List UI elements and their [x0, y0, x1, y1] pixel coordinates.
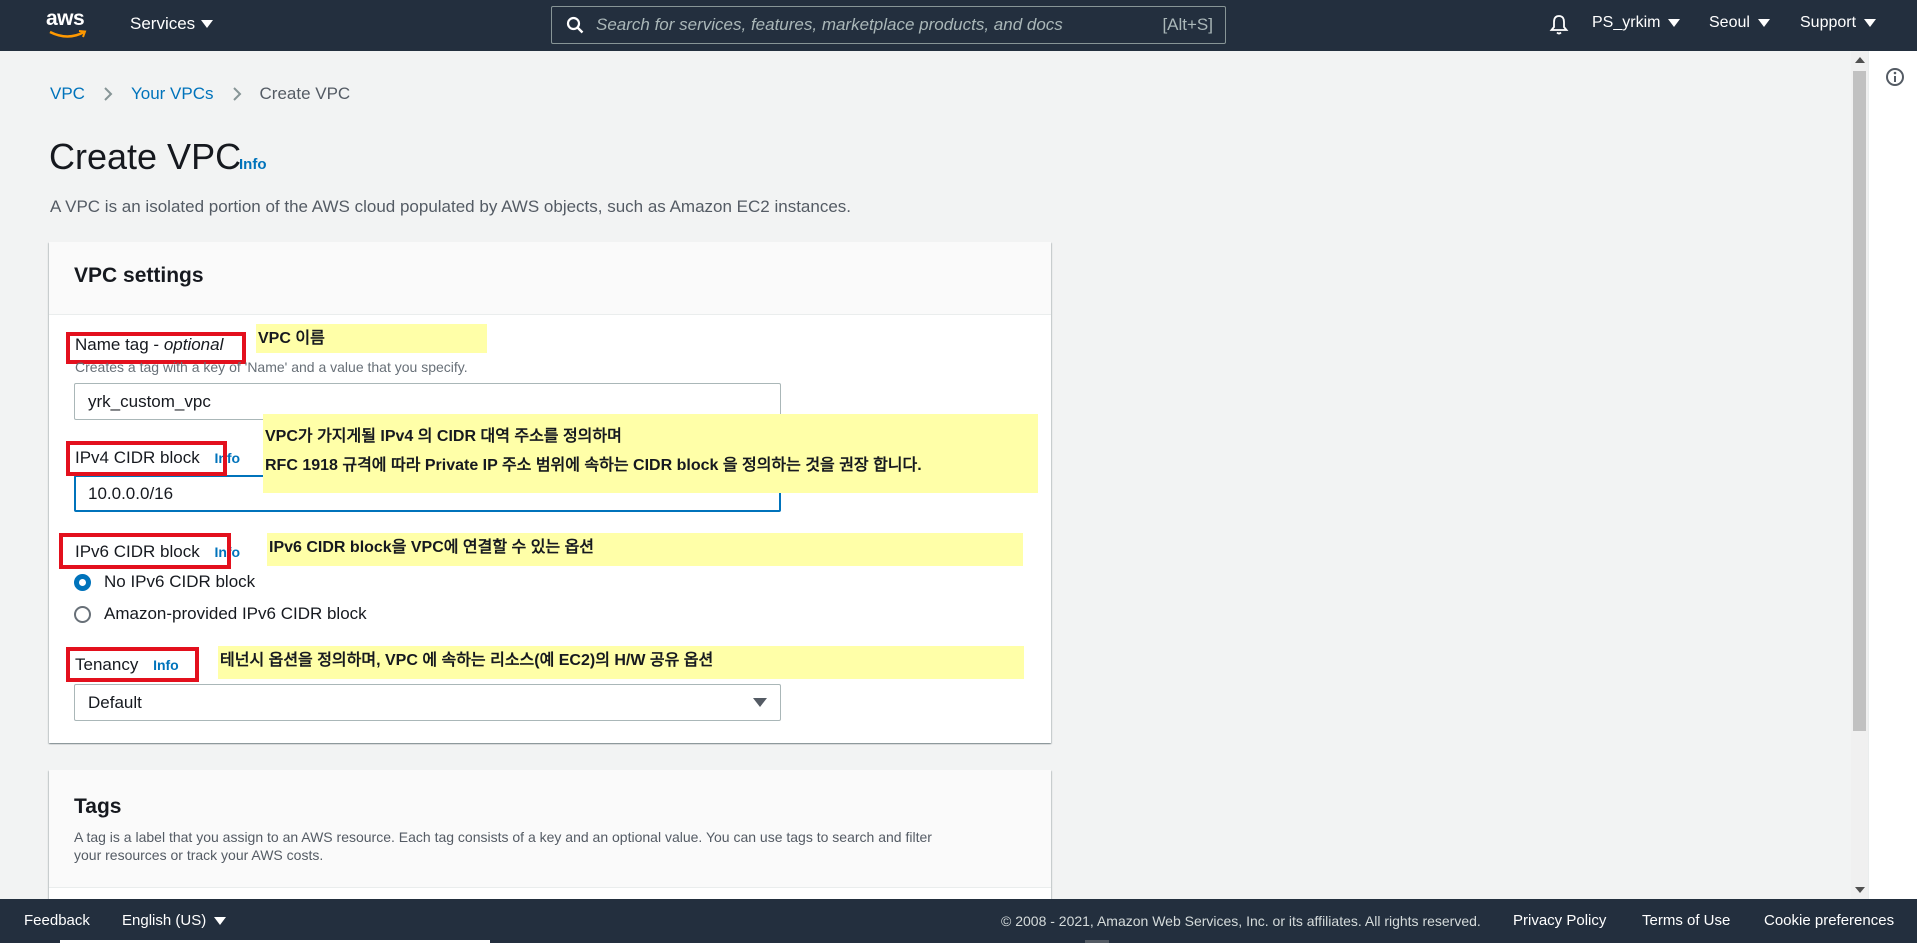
search-icon [566, 16, 584, 34]
tags-panel: Tags A tag is a label that you assign to… [49, 770, 1051, 900]
terms-of-use-link[interactable]: Terms of Use [1642, 912, 1730, 929]
support-menu-button[interactable]: Support [1800, 14, 1877, 32]
language-label: English (US) [122, 912, 207, 929]
ipv4-annotation-line1: VPC가 가지게될 IPv4 의 CIDR 대역 주소를 정의하며 [265, 428, 622, 445]
tags-description-line2: your resources or track your AWS costs. [74, 847, 324, 863]
name-tag-description: Creates a tag with a key of 'Name' and a… [75, 359, 468, 375]
chevron-right-icon [104, 87, 113, 101]
top-navigation: aws Services [Alt+S] PS_yrkim Seoul Supp… [0, 0, 1917, 51]
name-tag-annotation: VPC 이름 [256, 324, 487, 353]
tenancy-annotation: 테넌시 옵션을 정의하며, VPC 에 속하는 리소스(예 EC2)의 H/W … [218, 646, 1024, 679]
breadcrumb-your-vpcs-link[interactable]: Your VPCs [131, 84, 214, 104]
tags-panel-header: Tags A tag is a label that you assign to… [49, 770, 1051, 888]
tags-description-line1: A tag is a label that you assign to an A… [74, 829, 932, 845]
aws-logo[interactable]: aws [46, 7, 90, 41]
tags-description: A tag is a label that you assign to an A… [74, 828, 932, 864]
breadcrumb: VPC Your VPCs Create VPC [50, 84, 350, 104]
breadcrumb-vpc-link[interactable]: VPC [50, 84, 85, 104]
console-footer: Feedback English (US) © 2008 - 2021, Ama… [0, 899, 1917, 943]
global-search[interactable]: [Alt+S] [551, 6, 1226, 44]
page-title: Create VPC [49, 136, 242, 177]
scroll-down-arrow-icon[interactable] [1855, 887, 1865, 893]
ipv6-option-none[interactable]: No IPv6 CIDR block [74, 572, 255, 592]
caret-down-icon [201, 20, 214, 28]
page-info-link[interactable]: Info [239, 156, 267, 173]
chevron-right-icon [232, 87, 241, 101]
search-input[interactable] [596, 15, 1163, 35]
caret-down-icon [1668, 19, 1681, 27]
tenancy-select[interactable]: Default [74, 684, 781, 721]
copyright-text: © 2008 - 2021, Amazon Web Services, Inc.… [1001, 913, 1481, 929]
scroll-up-arrow-icon[interactable] [1855, 57, 1865, 63]
help-panel-rail [1868, 51, 1917, 899]
ipv6-option-amazon-label: Amazon-provided IPv6 CIDR block [104, 604, 367, 623]
cookie-preferences-link[interactable]: Cookie preferences [1764, 912, 1894, 929]
ipv6-annotation: IPv6 CIDR block을 VPC에 연결할 수 있는 옵션 [267, 533, 1023, 566]
caret-down-icon [1864, 19, 1877, 27]
ipv6-option-amazon[interactable]: Amazon-provided IPv6 CIDR block [74, 604, 367, 624]
caret-down-icon [214, 916, 227, 925]
feedback-link[interactable]: Feedback [24, 912, 90, 929]
vpc-settings-header: VPC settings [49, 242, 1051, 315]
region-label: Seoul [1709, 14, 1750, 31]
info-circle-icon[interactable] [1885, 67, 1905, 87]
vpc-settings-panel: VPC settings Name tag - optional VPC 이름 … [49, 242, 1051, 743]
ipv4-annotation-line2: RFC 1918 규격에 따라 Private IP 주소 범위에 속하는 CI… [265, 457, 922, 474]
breadcrumb-current: Create VPC [259, 84, 351, 103]
account-menu-button[interactable]: PS_yrkim [1592, 14, 1681, 32]
search-shortcut-hint: [Alt+S] [1162, 15, 1213, 34]
tenancy-highlight-box [66, 647, 199, 682]
vpc-settings-title: VPC settings [74, 264, 204, 287]
caret-down-icon [1757, 19, 1770, 27]
scrollbar-thumb[interactable] [1853, 71, 1866, 731]
radio-button-selected[interactable] [74, 573, 91, 591]
services-label: Services [130, 14, 196, 33]
ipv4-annotation: VPC가 가지게될 IPv4 의 CIDR 대역 주소를 정의하며 RFC 19… [263, 414, 1038, 493]
privacy-policy-link[interactable]: Privacy Policy [1513, 912, 1606, 929]
notifications-bell-icon[interactable] [1547, 13, 1571, 37]
services-menu-button[interactable]: Services [130, 14, 214, 34]
language-selector[interactable]: English (US) [122, 912, 227, 929]
ipv6-highlight-box [59, 533, 231, 569]
account-label: PS_yrkim [1592, 14, 1661, 31]
main-scrollbar[interactable] [1851, 51, 1868, 899]
caret-down-icon [753, 698, 767, 707]
aws-smile-icon [49, 30, 87, 38]
region-menu-button[interactable]: Seoul [1709, 14, 1770, 32]
support-label: Support [1800, 14, 1857, 31]
radio-button[interactable] [74, 605, 91, 623]
page-description: A VPC is an isolated portion of the AWS … [50, 197, 852, 216]
ipv4-highlight-box [66, 441, 227, 476]
tenancy-selected-value: Default [88, 692, 142, 712]
aws-logo-text: aws [46, 7, 85, 30]
tags-title: Tags [74, 795, 122, 818]
ipv6-option-none-label: No IPv6 CIDR block [104, 572, 256, 591]
